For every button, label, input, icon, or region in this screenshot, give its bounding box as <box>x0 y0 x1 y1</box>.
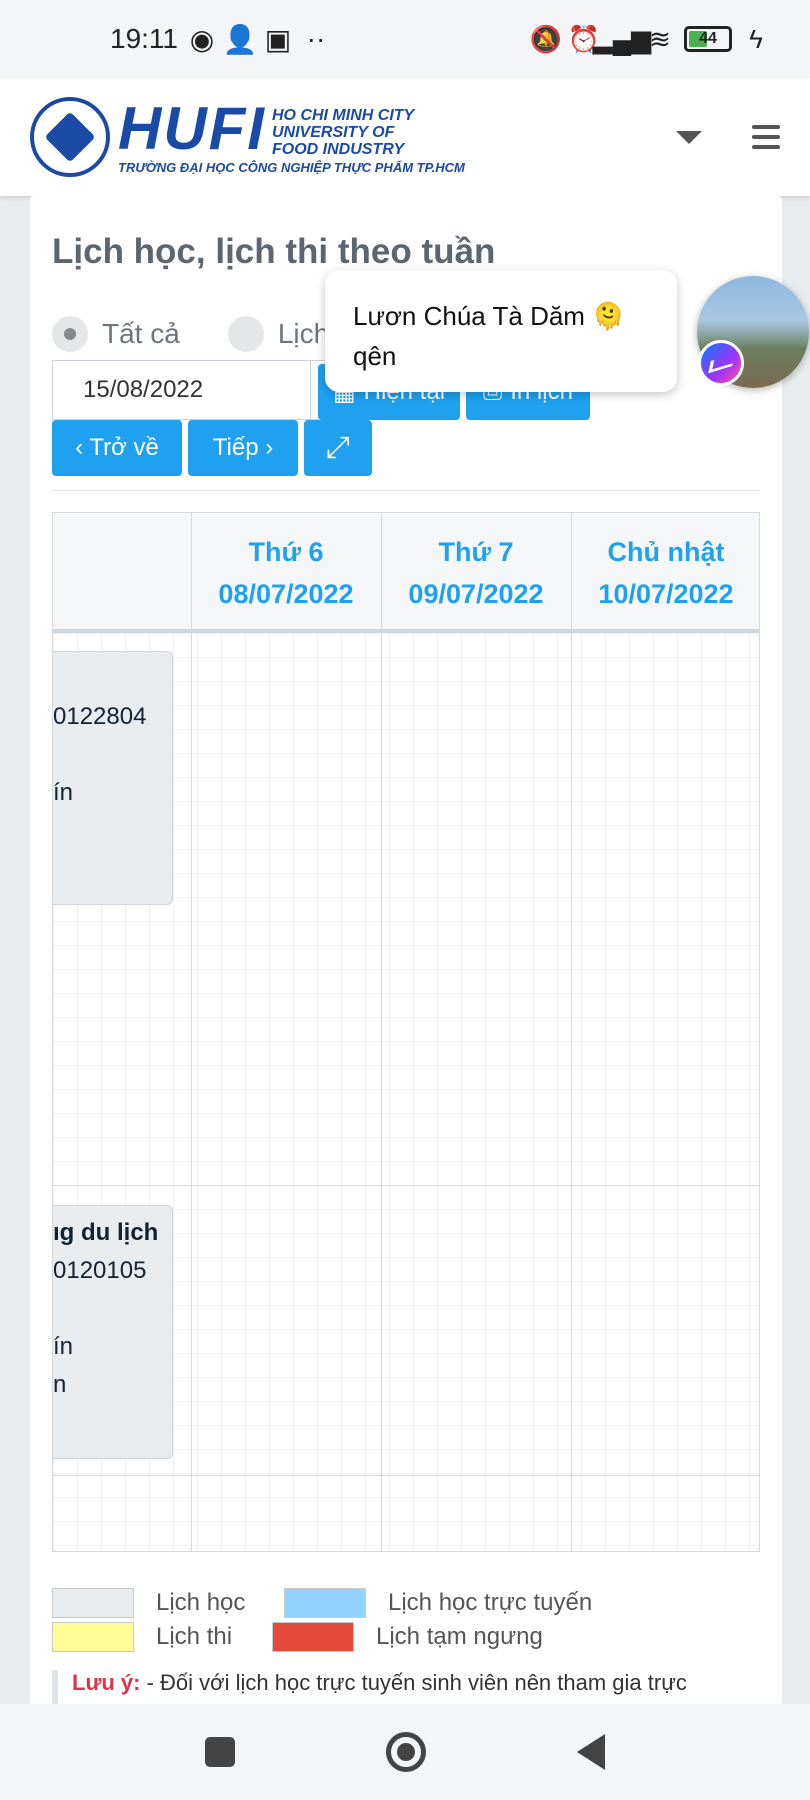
wifi-icon: ≋ <box>649 23 671 54</box>
system-nav-bar <box>0 1704 810 1800</box>
messenger-icon <box>698 340 744 386</box>
event-line2: 0122804 <box>53 703 147 730</box>
chat-bubble-line1: Lươn Chúa Tà Dăm 🫠 <box>353 301 625 331</box>
column-divider <box>191 513 192 1551</box>
column-divider <box>571 513 572 1551</box>
day-date: 08/07/2022 <box>218 579 354 609</box>
legend-study: Lịch học <box>52 1588 245 1618</box>
schedule-event[interactable]: ıg du lịch 0120105 ín n <box>53 1205 173 1459</box>
signal-icon: ▂▄▆ <box>592 23 652 54</box>
day-header-sun: Chủ nhật 10/07/2022 <box>572 531 760 615</box>
day-date: 10/07/2022 <box>598 579 734 609</box>
chat-bubble[interactable]: Lươn Chúa Tà Dăm 🫠 qên <box>325 270 677 392</box>
legend-study-label: Lịch học <box>156 1589 246 1616</box>
home-icon[interactable] <box>385 1732 426 1772</box>
event-line4: ín <box>53 779 74 806</box>
day-header-fri: Thứ 6 08/07/2022 <box>192 531 380 615</box>
radio-study[interactable] <box>227 316 264 352</box>
filter-radio-group: Tất cả Lịch <box>52 316 329 352</box>
bell-off-icon: 🔕 <box>529 23 563 54</box>
status-bar: 19:11 ◉ 👤 ▣ ·· 🔕 ⏰ ▂▄▆ ≋ 44 ϟ <box>0 0 810 78</box>
event-line3 <box>53 736 172 774</box>
status-left: 19:11 ◉ 👤 ▣ ·· <box>110 23 330 55</box>
legend-suspended-label: Lịch tạm ngưng <box>376 1623 543 1650</box>
event-line1 <box>53 660 172 698</box>
week-schedule-grid: Thứ 6 08/07/2022 Thứ 7 09/07/2022 Chủ nh… <box>52 512 760 1552</box>
legend-swatch-suspended <box>272 1622 354 1652</box>
note: Lưu ý: - Đối với lịch học trực tuyến sin… <box>52 1670 772 1706</box>
university-seal-icon <box>30 97 110 177</box>
radio-all-label: Tất cả <box>102 318 180 349</box>
logo-text: HUFI HO CHI MINH CITY UNIVERSITY OF FOOD… <box>118 94 465 175</box>
logo-row: HUFI HO CHI MINH CITY UNIVERSITY OF FOOD… <box>118 94 465 162</box>
column-divider <box>381 513 382 1551</box>
more-dots-icon: ·· <box>306 23 326 54</box>
logo-line2: UNIVERSITY OF <box>271 123 395 141</box>
legend-swatch-online <box>284 1588 366 1618</box>
day-name: Thứ 7 <box>438 537 514 567</box>
legend-online-label: Lịch học trực tuyến <box>388 1589 593 1616</box>
day-name: Thứ 6 <box>248 537 324 567</box>
day-header-sat: Thứ 7 09/07/2022 <box>382 531 570 615</box>
session-divider <box>53 1475 759 1476</box>
chat-bubble-line2: qên <box>353 341 397 371</box>
messenger-notification-icon: ◉ <box>189 23 215 55</box>
back-button[interactable]: ‹ Trở về <box>52 420 182 476</box>
page-title: Lịch học, lịch thi theo tuần <box>52 232 496 271</box>
logo-line1: HO CHI MINH CITY <box>271 106 415 124</box>
schedule-card: Lịch học, lịch thi theo tuần Tất cả Lịch… <box>30 196 782 1706</box>
legend-swatch-study <box>52 1588 134 1618</box>
expand-icon: ⤢ <box>326 431 350 464</box>
logo-line3: FOOD INDUSTRY <box>271 140 405 158</box>
expand-button[interactable]: ⤢ <box>304 420 372 476</box>
divider <box>52 490 760 491</box>
status-time: 19:11 <box>110 23 178 54</box>
session-divider <box>53 1185 759 1186</box>
next-button[interactable]: Tiếp › <box>188 420 298 476</box>
event-line2: 0120105 <box>53 1257 147 1284</box>
legend-suspended: Lịch tạm ngưng <box>272 1622 543 1652</box>
event-line3 <box>53 1290 172 1328</box>
status-right: 🔕 ⏰ ▂▄▆ ≋ 44 ϟ <box>529 23 770 54</box>
event-line5: n <box>53 1371 67 1398</box>
event-line4: ín <box>53 1333 74 1360</box>
hamburger-menu-icon[interactable] <box>752 125 780 149</box>
note-text: - Đối với lịch học trực tuyến sinh viên … <box>146 1670 687 1695</box>
battery-level: 44 <box>699 30 717 47</box>
note-label: Lưu ý: <box>72 1670 141 1695</box>
day-name: Chủ nhật <box>607 537 725 567</box>
recent-apps-icon[interactable] <box>205 1737 236 1767</box>
legend-online: Lịch học trực tuyến <box>284 1588 592 1618</box>
person-add-icon: 👤 <box>222 23 258 55</box>
legend-swatch-exam <box>52 1622 134 1652</box>
nav-actions <box>676 125 780 149</box>
radio-all[interactable] <box>52 316 88 352</box>
logo-main: HUFI <box>118 94 266 162</box>
battery-icon: 44 <box>684 26 732 52</box>
radio-study-label: Lịch <box>277 318 330 349</box>
dropdown-caret-icon[interactable] <box>676 130 702 144</box>
schedule-event[interactable]: 0122804 ín <box>53 651 173 905</box>
back-icon[interactable] <box>576 1734 605 1770</box>
logo-vietnamese: TRƯỜNG ĐẠI HỌC CÔNG NGHIỆP THỰC PHẨM TP.… <box>118 159 465 175</box>
shopping-bag-icon: ▣ <box>264 23 292 55</box>
event-line1: ıg du lịch <box>53 1219 159 1246</box>
logo-english: HO CHI MINH CITY UNIVERSITY OF FOOD INDU… <box>272 107 414 158</box>
date-input[interactable]: 15/08/2022 <box>52 360 310 420</box>
site-header: HUFI HO CHI MINH CITY UNIVERSITY OF FOOD… <box>0 78 810 196</box>
charging-icon: ϟ <box>749 23 763 54</box>
legend-exam: Lịch thi <box>52 1622 232 1652</box>
hufi-logo[interactable]: HUFI HO CHI MINH CITY UNIVERSITY OF FOOD… <box>30 97 465 177</box>
legend-exam-label: Lịch thi <box>156 1623 233 1650</box>
day-date: 09/07/2022 <box>408 579 544 609</box>
